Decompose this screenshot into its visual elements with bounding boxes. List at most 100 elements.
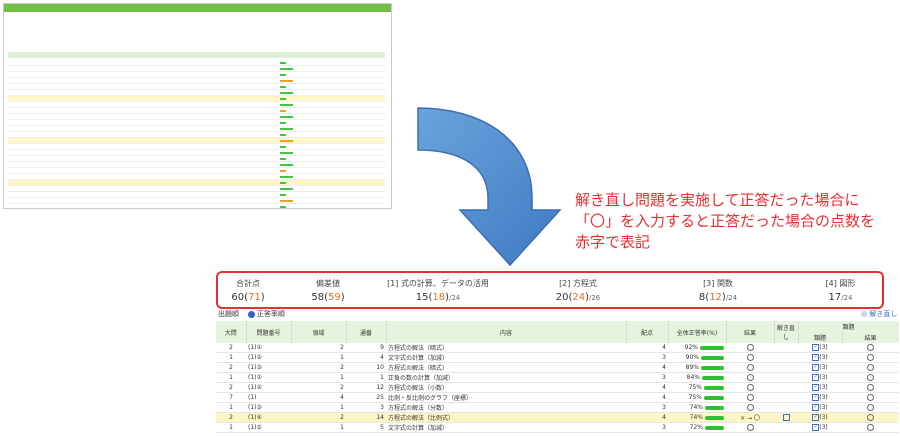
- summary-cell: 合計点 60(71): [218, 273, 278, 307]
- curved-arrow-icon: [417, 107, 562, 267]
- score-report-panel: 合計点 60(71) 偏差値 58(59) [1] 式の計算、データの活用 15(18)/…: [216, 271, 899, 437]
- result-cell[interactable]: [726, 402, 774, 413]
- redo-cell[interactable]: [774, 412, 798, 423]
- col-similar: 類題: [798, 332, 843, 343]
- rate-bar: [701, 365, 724, 370]
- result-cell[interactable]: [726, 343, 774, 353]
- similar-cell[interactable]: ✓(3): [798, 382, 842, 393]
- rate-bar: [705, 405, 724, 410]
- result-cell[interactable]: [726, 382, 774, 393]
- table-row: 1 (1)① 1 1 正負の数の計算（加減） 3 84% ✓(3): [216, 372, 899, 383]
- table-row: 2 (1)② 2 12 方程式の解法（小数） 4 75% ✓(3): [216, 382, 899, 393]
- annotation-line-2: 「〇」を入力すると正答だった場合の点数を: [575, 212, 876, 230]
- result-cell[interactable]: [726, 362, 774, 373]
- redo-cell[interactable]: [774, 352, 798, 363]
- summary-value: 8(12)/24: [698, 292, 738, 303]
- thumbnail-rows: [8, 60, 385, 208]
- circle-icon: [746, 374, 754, 381]
- redo-cell[interactable]: [774, 422, 798, 433]
- redo-cell[interactable]: [774, 402, 798, 413]
- circle-icon: [867, 404, 874, 411]
- circle-icon: [746, 404, 754, 411]
- table-row: 1 (1)③ 1 3 方程式の解法（分数） 3 74% ✓(3): [216, 402, 899, 413]
- summary-value: 20(24)/26: [555, 292, 601, 303]
- circle-icon: [867, 344, 874, 351]
- similar-cell[interactable]: ✓(3): [798, 402, 842, 413]
- summary-label: [1] 式の計算、データの活用: [387, 279, 489, 288]
- col-question-number: 問題番号: [246, 321, 292, 343]
- similar-cell[interactable]: ✓(3): [798, 362, 842, 373]
- result-cell[interactable]: [726, 372, 774, 383]
- summary-redo-score: 71: [248, 292, 261, 303]
- circle-icon: [746, 344, 754, 351]
- similar-cell[interactable]: ✓(3): [798, 352, 842, 363]
- similar-cell[interactable]: ✓(3): [798, 343, 842, 353]
- similar-cell[interactable]: ✓(3): [798, 412, 842, 423]
- annotation-line-3: 赤字で表記: [575, 233, 651, 251]
- summary-cell: [4] 図形 17/24: [803, 273, 878, 307]
- similar-cell[interactable]: ✓(3): [798, 372, 842, 383]
- similar-cell[interactable]: ✓(3): [798, 392, 842, 403]
- summary-cell: [2] 方程式 20(24)/26: [518, 273, 638, 307]
- redo-cell[interactable]: [774, 343, 798, 353]
- sort-order-exam[interactable]: 出題順: [218, 310, 239, 318]
- table-row: 1 (1)② 1 4 文字式の計算（加減） 3 90% ✓(3): [216, 352, 899, 363]
- rate-bar: [701, 355, 724, 360]
- summary-label: 偏差値: [316, 279, 340, 288]
- col-group-similar: 類題: [798, 321, 899, 332]
- rate-bar: [705, 425, 724, 430]
- table-row: 1 (1)⑤ 1 5 文字式の計算（加減） 3 72% ✓(3): [216, 422, 899, 433]
- summary-redo-score: 18: [432, 292, 446, 303]
- thumbnail-tabs: [4, 12, 391, 18]
- summary-value: 58(59): [311, 292, 345, 303]
- rate-bar: [704, 385, 724, 390]
- circle-icon: [867, 414, 874, 421]
- thumbnail-summary: [8, 30, 385, 46]
- result-cell[interactable]: [726, 392, 774, 403]
- table-row: 2 (1)④ 2 14 方程式の解法（比例式） 4 74% × → 〇 ✓(3): [216, 412, 899, 423]
- col-points: 配点: [626, 321, 669, 343]
- redo-cell[interactable]: [774, 392, 798, 403]
- circle-icon: [746, 394, 754, 401]
- sort-options: 出題順 正答率順: [218, 309, 285, 319]
- circle-icon: [746, 424, 754, 431]
- similar-cell[interactable]: ✓(3): [798, 422, 842, 433]
- sort-order-rate[interactable]: 正答率順: [247, 310, 285, 318]
- annotation-line-1: 解き直し問題を実施して正答だった場合に: [575, 191, 860, 209]
- col-field: 領域: [291, 321, 347, 343]
- thumbnail-screenshot: [3, 3, 392, 209]
- summary-value: 60(71): [231, 292, 265, 303]
- redo-cell[interactable]: [774, 362, 798, 373]
- annotation-text: 解き直し問題を実施して正答だった場合に 「〇」を入力すると正答だった場合の点数を…: [575, 190, 875, 253]
- rate-bar: [704, 395, 724, 400]
- summary-cell: [1] 式の計算、データの活用 15(18)/24: [363, 273, 513, 307]
- radio-selected-icon: [247, 310, 255, 318]
- summary-label: 合計点: [236, 279, 260, 288]
- circle-icon: [867, 394, 874, 401]
- col-major: 大問: [216, 321, 247, 343]
- question-table: 大問 問題番号 領域 通番 内容 配点 全体正答率(%) 結果 解き直し 類題 …: [216, 321, 899, 433]
- result-cell[interactable]: [726, 352, 774, 363]
- summary-highlight-box: 合計点 60(71) 偏差値 58(59) [1] 式の計算、データの活用 15(18)/…: [216, 271, 884, 309]
- result-cell[interactable]: × → 〇: [726, 412, 774, 423]
- redo-link[interactable]: ◎ 解き直し: [861, 309, 897, 319]
- redo-cell[interactable]: [774, 372, 798, 383]
- table-row: 7 (1) 4 25 比例・反比例のグラフ（座標） 4 75% ✓(3): [216, 392, 899, 403]
- col-similar-result: 結果: [842, 332, 899, 343]
- redo-cell[interactable]: [774, 382, 798, 393]
- thumbnail-row: [8, 204, 385, 208]
- redo-checkbox[interactable]: [782, 414, 790, 421]
- circle-icon: [746, 354, 754, 361]
- circle-icon: [867, 354, 874, 361]
- result-cell[interactable]: [726, 422, 774, 433]
- table-row: 2 (1)③ 2 10 方程式の解法（暗式） 4 89% ✓(3): [216, 362, 899, 373]
- col-content: 内容: [386, 321, 627, 343]
- circle-icon: [867, 424, 874, 431]
- summary-redo-score: 24: [572, 292, 586, 303]
- summary-redo-score: 59: [328, 292, 341, 303]
- summary-label: [3] 関数: [703, 279, 733, 288]
- circle-icon: [746, 384, 754, 391]
- circle-icon: [867, 384, 874, 391]
- circle-icon: [867, 374, 874, 381]
- rate-bar: [705, 415, 724, 420]
